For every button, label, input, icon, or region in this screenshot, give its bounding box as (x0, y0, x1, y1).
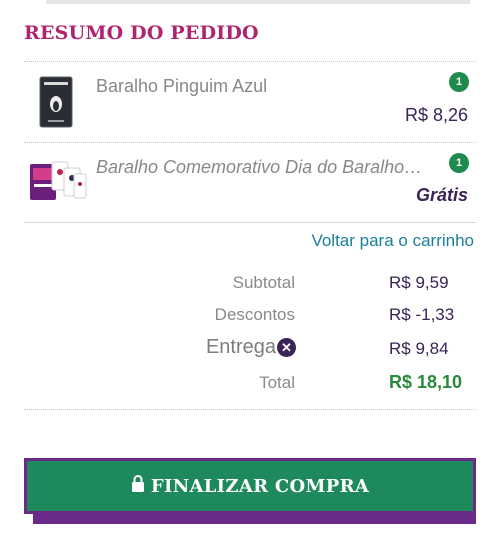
total-label: Total (259, 373, 295, 392)
quantity-badge: 1 (449, 153, 469, 173)
divider (24, 142, 476, 143)
discount-value: R$ -1,33 (389, 305, 455, 324)
discount-label: Descontos (214, 305, 295, 324)
divider (24, 409, 476, 410)
back-to-cart-link[interactable]: Voltar para o carrinho (311, 231, 474, 251)
divider (24, 222, 476, 223)
remove-shipping-icon[interactable]: ✕ (277, 338, 296, 357)
subtotal-label: Subtotal (232, 273, 295, 292)
subtotal-value: R$ 9,59 (389, 273, 449, 292)
item-price: R$ 8,26 (404, 105, 468, 125)
shipping-label: Entrega (205, 336, 276, 358)
lock-icon (131, 475, 145, 497)
checkout-button-label: FINALIZAR COMPRA (150, 475, 370, 497)
shipping-value: R$ 9,84 (389, 339, 449, 358)
commemorative-deck-image[interactable] (28, 160, 88, 202)
deck-of-cards-image[interactable] (38, 76, 74, 128)
order-summary-title: RESUMO DO PEDIDO (24, 22, 259, 44)
total-value: R$ 18,10 (389, 372, 463, 392)
divider (24, 61, 476, 62)
item-price: Grátis (415, 185, 468, 205)
top-divider (46, 0, 470, 4)
item-name[interactable]: Baralho Comemorativo Dia do Baralho… (96, 157, 422, 178)
item-name[interactable]: Baralho Pinguim Azul (96, 76, 267, 97)
quantity-badge: 1 (449, 72, 469, 92)
checkout-button[interactable]: FINALIZAR COMPRA (24, 458, 476, 514)
